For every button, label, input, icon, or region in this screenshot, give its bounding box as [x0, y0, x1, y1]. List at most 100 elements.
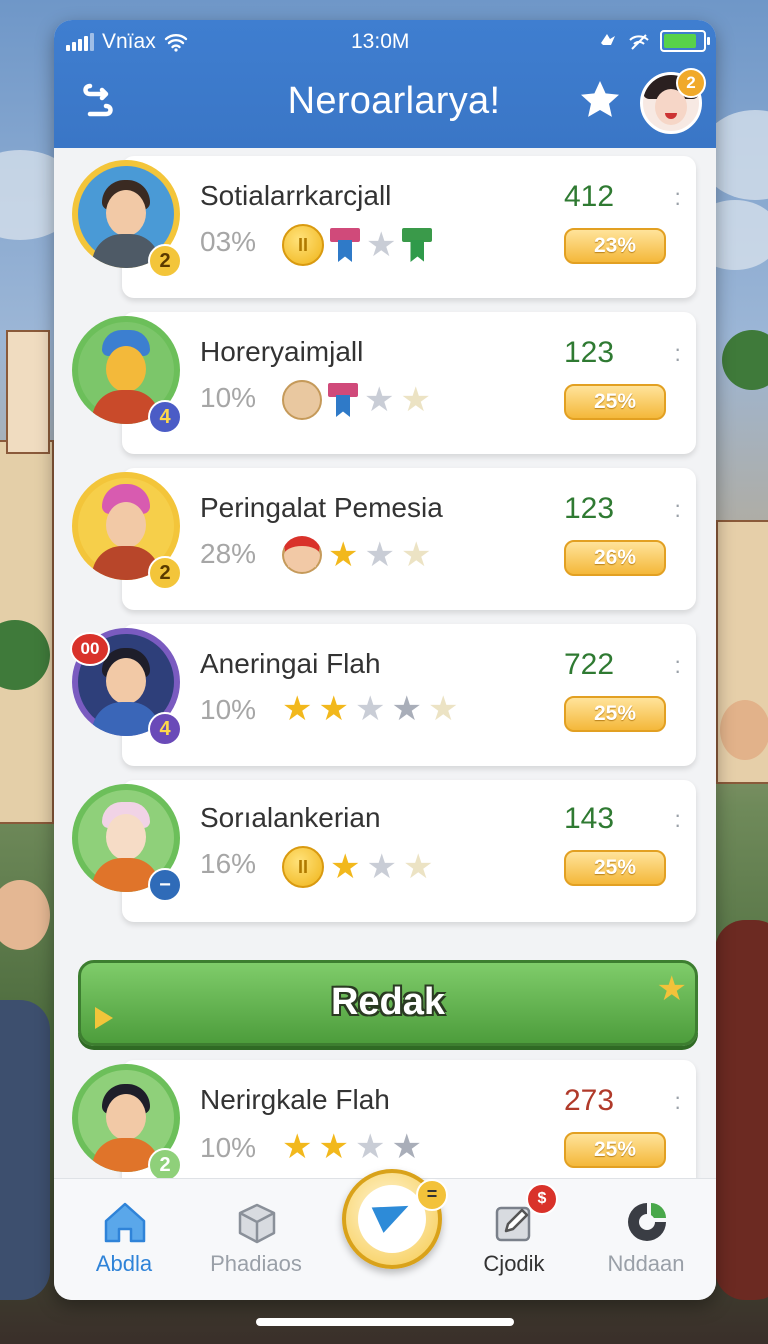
player-score: 722	[564, 648, 615, 681]
star-icon: ★	[282, 690, 313, 728]
player-name: Peringalat Pemesia	[200, 492, 443, 523]
player-percent: 03%	[200, 226, 257, 257]
achievement-icons: ★ ★ ★ ★	[282, 1130, 422, 1164]
battery-icon	[660, 30, 710, 52]
star-icon: ★	[391, 690, 422, 728]
streak-badge: 00	[70, 632, 110, 666]
wifi-signal-icon	[629, 34, 649, 50]
back-arrow-icon[interactable]	[78, 80, 118, 120]
star-icon: ★	[366, 226, 397, 264]
redeem-button[interactable]: Redak ★	[78, 960, 698, 1046]
redeem-button-label: Redak	[330, 981, 446, 1023]
level-badge: 4	[148, 712, 182, 746]
star-icon: ★	[427, 690, 459, 728]
player-score: 123	[564, 492, 615, 525]
player-score: 123	[564, 336, 615, 369]
home-indicator[interactable]	[256, 1318, 514, 1326]
pie-chart-icon	[628, 1203, 666, 1241]
achievement-icons: II ★	[282, 224, 433, 266]
level-badge: −	[148, 868, 182, 902]
bonus-badge: 25%	[564, 1132, 666, 1168]
tab-badge: $	[526, 1183, 558, 1215]
bonus-badge: 25%	[564, 384, 666, 420]
player-name: Nerirgkale Flah	[200, 1084, 390, 1115]
tab-packages[interactable]: Phadiaos	[196, 1179, 316, 1300]
tab-home[interactable]: Abdla	[64, 1179, 184, 1300]
star-icon: ★	[354, 690, 386, 728]
tab-label: Abdla	[95, 1251, 153, 1276]
player-percent: 10%	[200, 694, 257, 725]
player-percent: 28%	[200, 538, 257, 569]
star-icon: ★	[656, 970, 687, 1008]
more-options-icon[interactable]: · ·	[674, 1086, 681, 1118]
level-badge: 2	[148, 556, 182, 590]
player-percent: 16%	[200, 848, 257, 879]
more-options-icon[interactable]: · ·	[674, 182, 681, 214]
status-time: 13:0M	[351, 30, 410, 53]
bottom-tab-bar: Abdla Phadiaos = $ Cjodik Nddaan	[54, 1169, 716, 1300]
bonus-badge: 26%	[564, 540, 666, 576]
tab-edit[interactable]: $ Cjodik	[454, 1179, 574, 1300]
level-badge: 2	[148, 1148, 182, 1182]
more-options-icon[interactable]: · ·	[674, 494, 681, 526]
tab-label: Nddaan	[607, 1251, 685, 1276]
home-icon	[104, 1202, 146, 1243]
level-badge: 4	[148, 400, 182, 434]
star-icon: ★	[400, 536, 432, 574]
friend-avatar-icon	[282, 536, 322, 574]
wifi-icon	[164, 34, 187, 52]
star-icon: ★	[402, 848, 434, 886]
more-options-icon[interactable]: · ·	[674, 650, 681, 682]
ribbon-badge-icon	[402, 226, 433, 264]
player-name: Sotialarrkarcjall	[200, 180, 392, 211]
carrier-label: Vnïax	[102, 30, 156, 53]
page-title: Neroarlarya!	[287, 80, 501, 122]
star-icon: ★	[282, 1128, 313, 1166]
star-icon: ★	[366, 848, 397, 886]
achievement-icons: ★ ★ ★	[282, 536, 431, 574]
player-percent: 10%	[200, 1132, 257, 1163]
ribbon-badge-icon	[330, 226, 360, 264]
note-badge: =	[416, 1179, 448, 1211]
notification-badge: 2	[676, 68, 706, 98]
bonus-badge: 25%	[564, 850, 666, 886]
player-name: Sorıalankerian	[200, 802, 381, 833]
star-icon: ★	[364, 381, 395, 419]
star-icon[interactable]	[578, 78, 622, 122]
app-header: Vnïax 13:0M Neroarlarya! 2	[54, 20, 716, 148]
achievement-icons: ★ ★	[282, 380, 431, 420]
send-button[interactable]: =	[342, 1169, 448, 1269]
star-icon: ★	[318, 690, 349, 728]
tab-stats[interactable]: Nddaan	[586, 1179, 706, 1300]
do-not-disturb-icon	[601, 34, 615, 45]
star-icon: ★	[318, 1128, 349, 1166]
status-bar: Vnïax 13:0M	[54, 28, 716, 58]
coin-icon: II	[282, 224, 324, 266]
achievement-icons: II ★ ★ ★	[282, 846, 433, 888]
star-icon: ★	[391, 1128, 422, 1166]
star-icon: ★	[400, 381, 431, 419]
signal-icon	[66, 33, 94, 51]
more-options-icon[interactable]: · ·	[674, 338, 681, 370]
player-score: 412	[564, 180, 615, 213]
star-icon: ★	[328, 536, 359, 574]
tab-label: Phadiaos	[210, 1251, 302, 1276]
bonus-badge: 25%	[564, 696, 666, 732]
bonus-badge: 23%	[564, 228, 666, 264]
player-score: 273	[564, 1084, 615, 1117]
more-options-icon[interactable]: · ·	[674, 804, 681, 836]
star-icon: ★	[364, 536, 395, 574]
ribbon-badge-icon	[328, 381, 358, 419]
app-window: Vnïax 13:0M Neroarlarya! 2 2 Sotialarrka…	[54, 20, 716, 1300]
friend-avatar-icon	[282, 380, 322, 420]
achievement-icons: ★ ★ ★ ★ ★	[282, 692, 458, 726]
player-percent: 10%	[200, 382, 257, 413]
player-score: 143	[564, 802, 615, 835]
player-name: Horeryaimjall	[200, 336, 364, 367]
star-icon: ★	[330, 848, 361, 886]
tab-label: Cjodik	[483, 1251, 545, 1276]
player-name: Aneringai Flah	[200, 648, 381, 679]
coin-icon: II	[282, 846, 324, 888]
box-icon	[238, 1203, 276, 1244]
level-badge: 2	[148, 244, 182, 278]
